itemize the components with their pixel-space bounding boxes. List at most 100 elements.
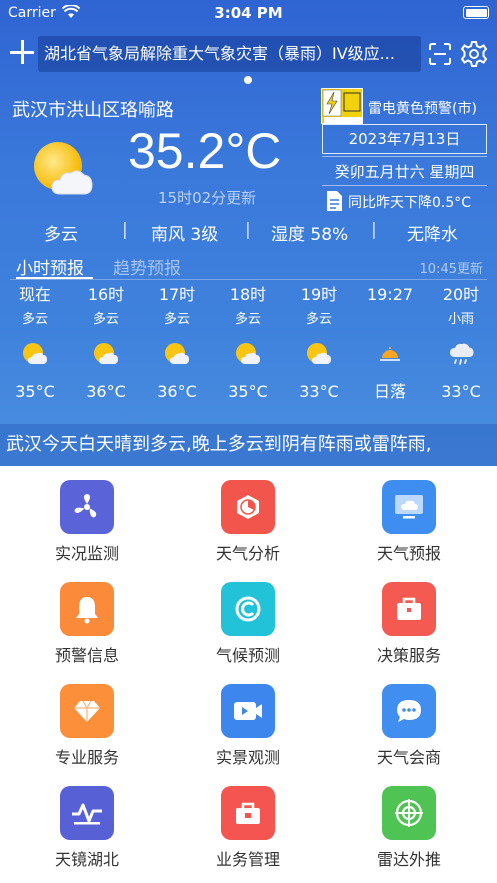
menu-label: 雷达外推 bbox=[376, 850, 441, 869]
menu-item-realtime-monitoring[interactable]: 实况监测 bbox=[27, 480, 147, 564]
light-rain-icon bbox=[450, 343, 474, 365]
sun-cloud-icon bbox=[165, 343, 189, 364]
thunder-warning-icon[interactable] bbox=[321, 88, 363, 124]
menu-item-live-camera[interactable]: 实景观测 bbox=[188, 684, 308, 768]
hour-temperature: 35°C bbox=[15, 382, 55, 401]
menu-label: 决策服务 bbox=[376, 646, 441, 665]
hour-condition: 多云 bbox=[92, 312, 119, 327]
hour-temperature: 36°C bbox=[157, 382, 197, 401]
menu-item-decision-service[interactable]: 决策服务 bbox=[349, 582, 469, 666]
radar-icon bbox=[382, 786, 436, 840]
sun-cloud-icon bbox=[307, 343, 331, 364]
menu-label: 业务管理 bbox=[215, 850, 280, 869]
hourly-item: 16时 多云 36°C bbox=[71, 284, 141, 404]
hourly-forecast-list[interactable]: 现在 多云 35°C 16时 多云 36°C 17时 多云 36°C 18时 多… bbox=[0, 284, 497, 404]
hour-temperature: 36°C bbox=[86, 382, 126, 401]
fan-icon bbox=[60, 480, 114, 534]
tab-hourly-forecast[interactable]: 小时预报 bbox=[16, 254, 84, 279]
video-icon bbox=[221, 684, 275, 738]
location-label[interactable]: 武汉市洪山区珞喻路 bbox=[12, 96, 174, 122]
hour-condition: 多云 bbox=[21, 312, 48, 327]
climate-icon bbox=[221, 582, 275, 636]
sunset-label: 日落 bbox=[373, 382, 406, 401]
status-bar: Carrier 3:04 PM bbox=[0, 0, 497, 28]
hour-temperature: 35°C bbox=[228, 382, 268, 401]
status-time: 3:04 PM bbox=[214, 4, 283, 22]
hourly-item: 18时 多云 35°C bbox=[213, 284, 283, 404]
monitor-cloud-icon bbox=[382, 480, 436, 534]
lunar-date-label: 癸卯五月廿六 星期四 bbox=[322, 156, 487, 186]
menu-item-radar-extrapolation[interactable]: 雷达外推 bbox=[349, 786, 469, 870]
partly-cloudy-icon bbox=[34, 142, 93, 195]
hourly-item: 现在 多云 35°C bbox=[0, 284, 70, 404]
update-time: 15时02分更新 bbox=[158, 189, 257, 207]
menu-label: 天气会商 bbox=[376, 748, 441, 767]
chat-icon bbox=[382, 684, 436, 738]
menu-item-business-management[interactable]: 业务管理 bbox=[188, 786, 308, 870]
hour-temperature: 33°C bbox=[299, 382, 339, 401]
menu-label: 专业服务 bbox=[54, 748, 119, 767]
hour-time: 现在 bbox=[18, 285, 51, 304]
hour-condition: 小雨 bbox=[447, 312, 474, 327]
weather-header: Carrier 3:04 PM 湖北省气象局解除重大气象灾害（暴雨）IV级应..… bbox=[0, 0, 497, 466]
divider: | bbox=[122, 220, 128, 240]
bell-icon bbox=[60, 582, 114, 636]
menu-label: 实景观测 bbox=[215, 748, 280, 767]
hour-time: 18时 bbox=[229, 285, 267, 304]
sun-cloud-icon bbox=[94, 343, 118, 364]
diamond-icon bbox=[60, 684, 114, 738]
hour-temperature: 33°C bbox=[441, 382, 481, 401]
hour-time: 19:27 bbox=[366, 285, 414, 304]
hour-condition bbox=[355, 308, 425, 332]
toolbox-icon bbox=[221, 786, 275, 840]
date-label: 2023年7月13日 bbox=[322, 124, 487, 154]
warning-label[interactable]: 雷电黄色预警(市) bbox=[368, 98, 477, 118]
menu-label: 气候预测 bbox=[215, 646, 280, 665]
weather-summary: 多云 | 南风 3级 | 湿度 58% | 无降水 bbox=[0, 220, 497, 245]
hourly-update-time: 10:45更新 bbox=[419, 262, 483, 277]
hour-time: 16时 bbox=[87, 285, 125, 304]
humidity-label: 湿度 58% bbox=[271, 225, 349, 245]
menu-label: 天镜湖北 bbox=[54, 850, 119, 869]
hourly-item: 19:27 日落 bbox=[355, 284, 425, 404]
add-city-icon[interactable] bbox=[10, 40, 34, 64]
hourly-item: 17时 多云 36°C bbox=[142, 284, 212, 404]
divider: | bbox=[371, 220, 377, 240]
current-temperature: 35.2°C bbox=[128, 123, 282, 179]
forecast-text[interactable]: 武汉今天白天晴到多云,晚上多云到阴有阵雨或雷阵雨, bbox=[0, 424, 497, 466]
menu-item-weather-analysis[interactable]: 天气分析 bbox=[188, 480, 308, 564]
document-icon bbox=[327, 191, 342, 211]
menu-label: 预警信息 bbox=[54, 646, 119, 665]
waveform-icon bbox=[60, 786, 114, 840]
menu-label: 天气预报 bbox=[376, 544, 441, 563]
temperature-compare: 同比昨天下降0.5°C bbox=[348, 195, 472, 211]
hour-time: 20时 bbox=[442, 285, 480, 304]
battery-icon bbox=[463, 6, 489, 19]
menu-item-professional-service[interactable]: 专业服务 bbox=[27, 684, 147, 768]
menu-item-weather-forecast[interactable]: 天气预报 bbox=[349, 480, 469, 564]
menu-item-tianjing-hubei[interactable]: 天镜湖北 bbox=[27, 786, 147, 870]
pie-chart-icon bbox=[221, 480, 275, 534]
hour-condition: 多云 bbox=[234, 312, 261, 327]
sunset-icon bbox=[380, 347, 400, 361]
hourly-item: 20时 小雨 33°C bbox=[426, 284, 496, 404]
briefcase-icon bbox=[382, 582, 436, 636]
hour-condition: 多云 bbox=[305, 312, 332, 327]
menu-item-weather-consultation[interactable]: 天气会商 bbox=[349, 684, 469, 768]
hour-time: 17时 bbox=[158, 285, 196, 304]
menu-item-warning-info[interactable]: 预警信息 bbox=[27, 582, 147, 666]
hour-condition: 多云 bbox=[163, 312, 190, 327]
menu-item-climate-prediction[interactable]: 气候预测 bbox=[188, 582, 308, 666]
alert-ticker[interactable]: 湖北省气象局解除重大气象灾害（暴雨）IV级应... bbox=[38, 36, 421, 72]
sun-cloud-icon bbox=[236, 343, 260, 364]
wind-label: 南风 3级 bbox=[151, 225, 219, 245]
scan-icon[interactable] bbox=[428, 42, 452, 66]
gear-icon[interactable] bbox=[460, 40, 488, 68]
menu-label: 天气分析 bbox=[215, 544, 280, 563]
hourly-item: 19时 多云 33°C bbox=[284, 284, 354, 404]
tab-trend-forecast[interactable]: 趋势预报 bbox=[113, 254, 181, 279]
hour-time: 19时 bbox=[300, 285, 338, 304]
menu-label: 实况监测 bbox=[54, 544, 119, 563]
service-grid: 实况监测 天气分析 天气预报 预警信息 气候预测 决策服务 专业服务 实景观测 … bbox=[0, 466, 497, 883]
condition-label: 多云 bbox=[44, 225, 78, 245]
